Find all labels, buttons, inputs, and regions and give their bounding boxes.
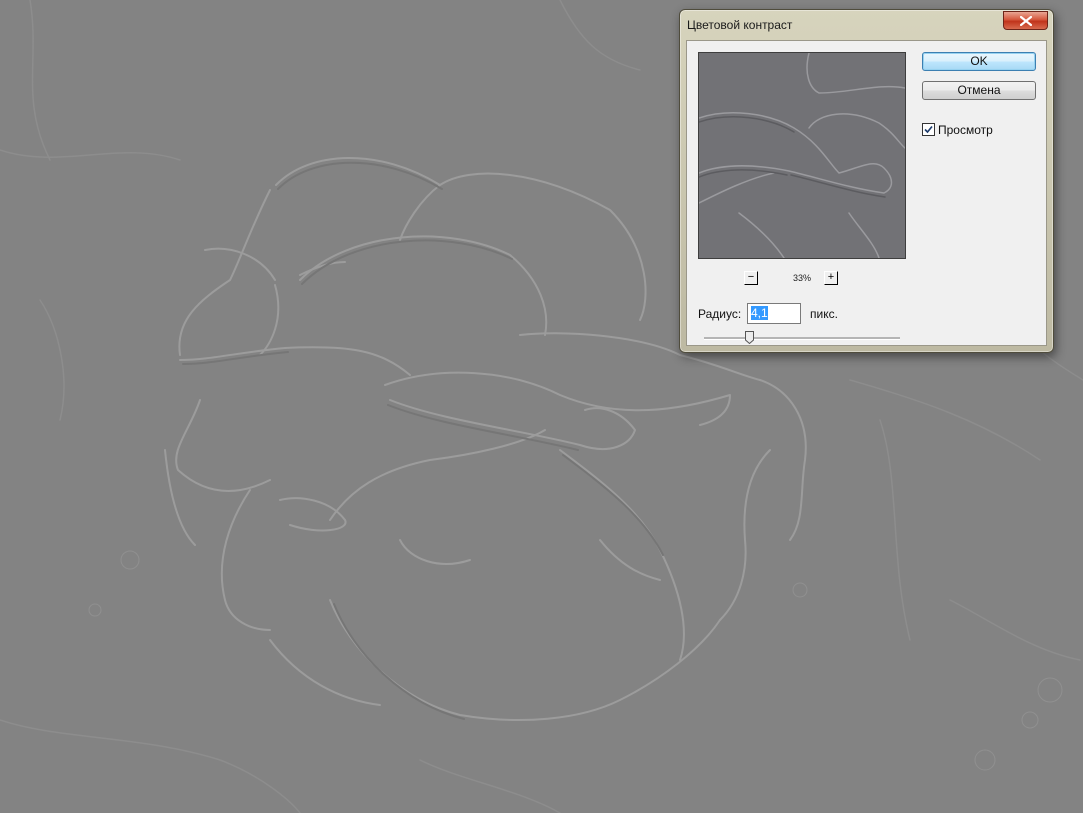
color-contrast-dialog: Цветовой контраст − 33% + OK Отмена Прос… bbox=[679, 9, 1054, 353]
preview-image bbox=[699, 53, 905, 258]
radius-slider[interactable] bbox=[704, 331, 900, 345]
checkmark-icon bbox=[924, 125, 933, 134]
radius-label: Радиус: bbox=[698, 307, 742, 321]
radius-unit-label: пикс. bbox=[810, 307, 838, 321]
dialog-titlebar[interactable]: Цветовой контраст bbox=[680, 10, 1053, 40]
dialog-title: Цветовой контраст bbox=[687, 18, 793, 32]
dialog-body: − 33% + OK Отмена Просмотр Радиус: 4,1 п… bbox=[686, 40, 1047, 346]
preview-checkbox-label: Просмотр bbox=[938, 123, 993, 137]
slider-thumb-icon[interactable] bbox=[745, 331, 754, 344]
cancel-button[interactable]: Отмена bbox=[922, 81, 1036, 100]
zoom-level: 33% bbox=[792, 273, 811, 283]
zoom-in-button[interactable]: + bbox=[824, 271, 838, 285]
preview-checkbox[interactable] bbox=[922, 123, 935, 136]
filter-preview[interactable] bbox=[698, 52, 906, 259]
ok-button[interactable]: OK bbox=[922, 52, 1036, 71]
zoom-out-button[interactable]: − bbox=[744, 271, 758, 285]
close-button[interactable] bbox=[1003, 11, 1048, 30]
radius-slider-track bbox=[704, 337, 900, 340]
close-x-icon bbox=[1020, 16, 1032, 26]
radius-value: 4,1 bbox=[751, 306, 768, 320]
radius-input[interactable]: 4,1 bbox=[747, 303, 801, 324]
